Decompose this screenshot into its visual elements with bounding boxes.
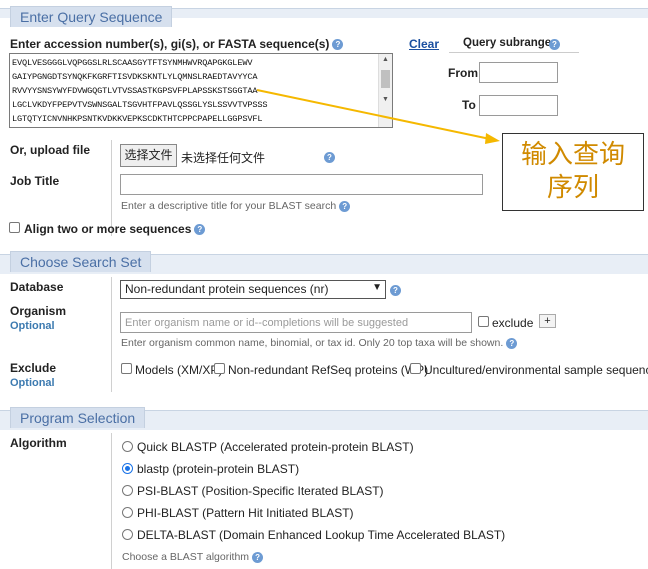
callout-line-1: 输入查询 <box>520 139 625 169</box>
callout-line-2: 序列 <box>546 172 599 202</box>
database-value: Non-redundant protein sequences (nr) <box>125 282 329 296</box>
algorithm-hint-text: Choose a BLAST algorithm <box>122 551 250 563</box>
help-icon[interactable]: ? <box>252 551 264 563</box>
organism-input[interactable]: Enter organism name or id--completions w… <box>120 312 472 333</box>
form-divider <box>111 277 112 392</box>
scroll-thumb[interactable] <box>381 70 390 88</box>
clear-link[interactable]: Clear <box>409 37 439 51</box>
help-icon[interactable]: ? <box>506 337 518 349</box>
accession-label: Enter accession number(s), gi(s), or FAS… <box>10 37 344 51</box>
database-label: Database <box>10 280 64 294</box>
upload-label: Or, upload file <box>10 143 91 157</box>
scroll-down-arrow-icon[interactable]: ▼ <box>382 96 389 103</box>
job-title-label: Job Title <box>10 174 60 188</box>
query-section-tab: Enter Query Sequence <box>10 6 173 27</box>
organism-optional: Optional <box>10 320 55 332</box>
algorithm-label-psi-blast: PSI-BLAST (Position-Specific Iterated BL… <box>137 484 384 498</box>
exclude-models-label: Models (XM/XP) <box>135 363 223 377</box>
organism-hint: Enter organism common name, binomial, or… <box>121 337 518 349</box>
query-subrange-header: Query subrange ? <box>449 35 579 53</box>
algorithm-label-delta-blast: DELTA-BLAST (Domain Enhanced Lookup Time… <box>137 528 506 542</box>
sequence-line: GAIYPGNGDTSYNQKFKGRFTISVDKSKNTLYLQMNSLRA… <box>12 72 258 82</box>
callout-box: 输入查询 序列 <box>502 133 644 211</box>
algorithm-radio-phi-blast[interactable] <box>122 507 133 518</box>
algorithm-radio-delta-blast[interactable] <box>122 529 133 540</box>
exclude-refseq-label: Non-redundant RefSeq proteins (WP) <box>228 363 429 377</box>
sequence-line: LGCLVKDYFPEPVTVSWNSGALTSGVHTFPAVLQSSGLYS… <box>12 100 268 110</box>
organism-hint-text: Enter organism common name, binomial, or… <box>121 337 504 349</box>
from-input[interactable] <box>479 62 558 83</box>
exclude-refseq-checkbox[interactable] <box>214 363 225 374</box>
help-icon[interactable]: ? <box>332 39 344 51</box>
to-input[interactable] <box>479 95 558 116</box>
chevron-down-icon[interactable]: ▼ <box>372 282 382 293</box>
query-subrange-label: Query subrange <box>463 37 552 49</box>
exclude-organism-label: exclude <box>492 316 534 330</box>
database-select[interactable]: Non-redundant protein sequences (nr) ▼ <box>120 280 386 299</box>
sequence-line: LGTQTYICNVNHKPSNTKVDKKVEPKSCDKTHTCPPCPAP… <box>12 114 263 124</box>
program-tab: Program Selection <box>10 407 146 428</box>
search-set-tab: Choose Search Set <box>10 251 152 272</box>
form-divider <box>111 433 112 569</box>
to-label: To <box>462 98 476 112</box>
algorithm-label-quick-blastp: Quick BLASTP (Accelerated protein-protei… <box>137 440 414 454</box>
job-title-hint-text: Enter a descriptive title for your BLAST… <box>121 200 337 212</box>
job-title-input[interactable] <box>120 174 483 195</box>
sequence-line: EVQLVESGGGLVQPGGSLRLSCAASGYTFTSYNMHWVRQA… <box>12 58 253 68</box>
callout-arrowhead-icon <box>485 133 500 144</box>
algorithm-label-blastp: blastp (protein-protein BLAST) <box>137 462 300 476</box>
help-icon[interactable]: ? <box>549 39 560 50</box>
exclude-uncultured-checkbox[interactable] <box>410 363 421 374</box>
textarea-scrollbar[interactable]: ▲ ▼ <box>378 54 392 127</box>
accession-label-text: Enter accession number(s), gi(s), or FAS… <box>10 37 330 51</box>
file-status: 未选择任何文件 <box>181 151 266 165</box>
align-checkbox[interactable] <box>9 222 20 233</box>
scroll-up-arrow-icon[interactable]: ▲ <box>382 56 389 63</box>
exclude-organism-checkbox[interactable] <box>478 316 489 327</box>
algorithm-radio-quick-blastp[interactable] <box>122 441 133 452</box>
organism-label: Organism <box>10 304 67 318</box>
algorithm-hint: Choose a BLAST algorithm? <box>122 551 264 563</box>
program-title: Program Selection <box>20 410 136 426</box>
help-icon[interactable]: ? <box>339 200 351 212</box>
sequence-line: RVVYYSNSYWYFDVWGQGTLVTVSSASTKGPSVFPLAPSS… <box>12 86 258 96</box>
algorithm-label-phi-blast: PHI-BLAST (Pattern Hit Initiated BLAST) <box>137 506 354 520</box>
from-label: From <box>448 66 478 80</box>
search-set-title: Choose Search Set <box>20 254 142 270</box>
sequence-textarea[interactable]: EVQLVESGGGLVQPGGSLRLSCAASGYTFTSYNMHWVRQA… <box>9 53 393 128</box>
exclude-models-checkbox[interactable] <box>121 363 132 374</box>
align-label: Align two or more sequences? <box>24 222 206 236</box>
help-icon[interactable]: ? <box>324 152 335 163</box>
add-organism-button[interactable]: + <box>539 314 556 328</box>
organism-placeholder: Enter organism name or id--completions w… <box>125 317 409 329</box>
exclude-label: Exclude <box>10 361 57 375</box>
algorithm-label: Algorithm <box>10 436 67 450</box>
choose-file-button[interactable]: 选择文件 <box>120 144 177 167</box>
exclude-optional: Optional <box>10 377 55 389</box>
help-icon[interactable]: ? <box>194 224 206 236</box>
algorithm-radio-psi-blast[interactable] <box>122 485 133 496</box>
query-section-title: Enter Query Sequence <box>20 9 163 25</box>
algorithm-radio-blastp[interactable] <box>122 463 133 474</box>
exclude-uncultured-label: Uncultured/environmental sample sequence… <box>424 363 648 377</box>
job-title-hint: Enter a descriptive title for your BLAST… <box>121 200 351 212</box>
align-label-text: Align two or more sequences <box>24 222 192 236</box>
help-icon[interactable]: ? <box>390 285 401 296</box>
